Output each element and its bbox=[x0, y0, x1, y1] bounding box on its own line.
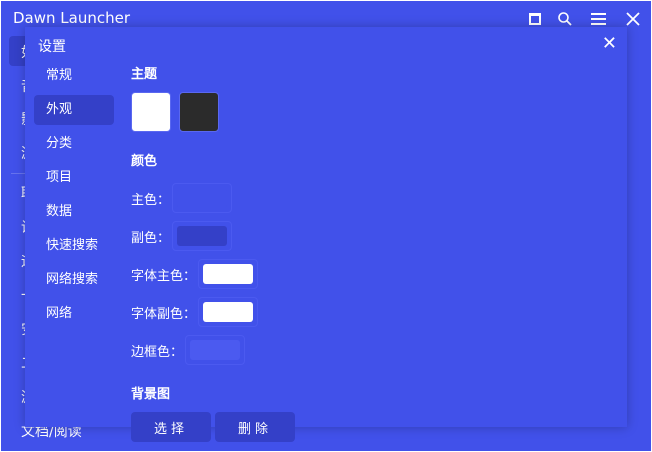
dialog-title: 设置 bbox=[38, 39, 66, 55]
border-color-label: 边框色： bbox=[131, 344, 184, 360]
nav-item-general[interactable]: 常规 bbox=[34, 61, 114, 91]
theme-light-swatch[interactable] bbox=[131, 92, 171, 132]
theme-heading: 主题 bbox=[131, 67, 158, 82]
theme-dark-swatch[interactable] bbox=[179, 92, 219, 132]
close-icon[interactable]: ✕ bbox=[602, 33, 617, 54]
nav-item-items[interactable]: 项目 bbox=[34, 163, 114, 193]
nav-item-network[interactable]: 网络 bbox=[34, 299, 114, 329]
select-button[interactable]: 选择 bbox=[131, 412, 211, 442]
nav-item-data[interactable]: 数据 bbox=[34, 197, 114, 227]
font-primary-color-label: 字体主色： bbox=[131, 268, 197, 284]
nav-item-web-search[interactable]: 网络搜索 bbox=[34, 265, 114, 295]
delete-button[interactable]: 删除 bbox=[215, 412, 295, 442]
font-secondary-color-label: 字体副色： bbox=[131, 306, 197, 322]
border-color-picker[interactable] bbox=[185, 335, 246, 365]
font-secondary-color-picker[interactable] bbox=[198, 297, 259, 327]
primary-color-label: 主色： bbox=[131, 192, 171, 208]
app-title: Dawn Launcher bbox=[13, 9, 130, 27]
primary-color-picker[interactable] bbox=[172, 183, 233, 213]
app-window: Dawn Launcher 如 音 影 游 联 设 运 一 安 二 游 文档/阅… bbox=[1, 1, 651, 451]
background-image-heading: 背景图 bbox=[131, 387, 171, 402]
settings-nav: 常规 外观 分类 项目 数据 快速搜索 网络搜索 网络 bbox=[34, 61, 114, 333]
font-primary-color-picker[interactable] bbox=[198, 259, 259, 289]
settings-dialog: 设置 ✕ 常规 外观 分类 项目 数据 快速搜索 网络搜索 网络 主题 颜色 主… bbox=[25, 27, 627, 442]
secondary-color-picker[interactable] bbox=[172, 221, 233, 251]
nav-item-category[interactable]: 分类 bbox=[34, 129, 114, 159]
nav-item-appearance[interactable]: 外观 bbox=[34, 95, 114, 125]
nav-item-quick-search[interactable]: 快速搜索 bbox=[34, 231, 114, 261]
color-heading: 颜色 bbox=[131, 154, 158, 169]
secondary-color-label: 副色： bbox=[131, 230, 171, 246]
